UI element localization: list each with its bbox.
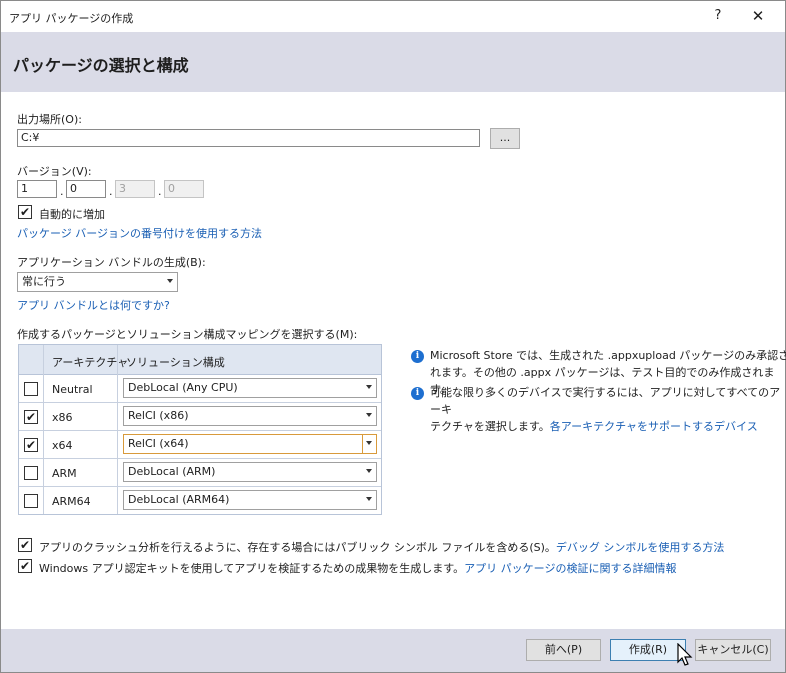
include-symbols-text: アプリのクラッシュ分析を行えるように、存在する場合にはパブリック シンボル ファ… (39, 541, 556, 554)
info-icon: i (411, 350, 424, 363)
info-line: 可能な限り多くのデバイスで実行するには、アプリに対してすべてのアーキ (430, 386, 781, 416)
version-dot: . (109, 185, 113, 198)
config-select-arm64[interactable]: DebLocal (ARM64) (123, 490, 377, 510)
version-numbering-link[interactable]: パッケージ バージョンの番号付けを使用する方法 (17, 225, 262, 241)
help-button[interactable]: ? (706, 5, 730, 27)
version-minor-input[interactable]: 0 (66, 180, 106, 198)
info-line: Microsoft Store では、生成された .appxupload パッケ… (430, 349, 786, 362)
info-icon: i (411, 387, 424, 400)
config-select-value: DebLocal (ARM64) (128, 493, 230, 506)
architecture-mapping-table: アーキテクチャ ソリューション構成 Neutral DebLocal (Any … (18, 344, 382, 515)
close-button[interactable]: ✕ (746, 5, 770, 27)
arch-name: ARM64 (52, 495, 91, 508)
bundle-help-link[interactable]: アプリ バンドルとは何ですか? (17, 297, 170, 313)
version-build-input: 3 (115, 180, 155, 198)
bundle-label: アプリケーション バンドルの生成(B): (17, 256, 206, 269)
create-button[interactable]: 作成(R) (610, 639, 686, 661)
version-revision-input: 0 (164, 180, 204, 198)
config-select-value: DebLocal (ARM) (128, 465, 216, 478)
arch-checkbox-x64[interactable]: ✔ (24, 438, 38, 452)
config-select-x64[interactable]: RelCI (x64) (123, 434, 377, 454)
chevron-down-icon (366, 441, 372, 445)
arch-name: x64 (52, 439, 73, 452)
window-title: アプリ パッケージの作成 (9, 12, 134, 25)
create-app-packages-dialog: アプリ パッケージの作成 ? ✕ パッケージの選択と構成 出力場所(O): C:… (0, 0, 786, 673)
version-label: バージョン(V): (17, 165, 92, 178)
include-symbols-checkbox[interactable]: ✔ (18, 538, 32, 552)
table-row: ✔ x64 RelCI (x64) (19, 431, 381, 459)
table-header: アーキテクチャ ソリューション構成 (19, 345, 381, 375)
arch-checkbox-arm64[interactable] (24, 494, 38, 508)
arch-checkbox-arm[interactable] (24, 466, 38, 480)
debug-symbols-link[interactable]: デバッグ シンボルを使用する方法 (556, 541, 725, 554)
supported-devices-link[interactable]: 各アーキテクチャをサポートするデバイス (550, 420, 758, 433)
arch-name: Neutral (52, 383, 93, 396)
footer-band: 前へ(P) 作成(R) キャンセル(C) (1, 629, 785, 672)
header-band: パッケージの選択と構成 (1, 32, 785, 92)
table-row: ARM64 DebLocal (ARM64) (19, 487, 381, 515)
info-line: テクチャを選択します。各アーキテクチャをサポートするデバイス (430, 418, 786, 435)
output-location-label: 出力場所(O): (17, 113, 82, 126)
config-select-arm[interactable]: DebLocal (ARM) (123, 462, 377, 482)
table-row: Neutral DebLocal (Any CPU) (19, 375, 381, 403)
mouse-cursor-icon (677, 643, 693, 666)
version-major-input[interactable]: 1 (17, 180, 57, 198)
wack-label: Windows アプリ認定キットを使用してアプリを検証するための成果物を生成しま… (39, 560, 676, 576)
config-select-neutral[interactable]: DebLocal (Any CPU) (123, 378, 377, 398)
bundle-select[interactable]: 常に行う (17, 272, 178, 292)
cancel-button[interactable]: キャンセル(C) (695, 639, 771, 661)
title-bar: アプリ パッケージの作成 ? ✕ (1, 1, 785, 32)
config-select-value: RelCI (x64) (128, 437, 189, 450)
bundle-select-value: 常に行う (22, 275, 66, 288)
column-header-configuration: ソリューション構成 (126, 356, 225, 369)
table-row: ✔ x86 RelCI (x86) (19, 403, 381, 431)
config-select-x86[interactable]: RelCI (x86) (123, 406, 377, 426)
output-location-input[interactable]: C:¥ (17, 129, 480, 147)
arch-name: ARM (52, 467, 77, 480)
config-select-value: DebLocal (Any CPU) (128, 381, 238, 394)
arch-checkbox-neutral[interactable] (24, 382, 38, 396)
version-dot: . (60, 185, 64, 198)
chevron-down-icon (366, 413, 372, 417)
chevron-down-icon (366, 497, 372, 501)
arch-name: x86 (52, 411, 73, 424)
browse-button[interactable]: ... (490, 128, 520, 149)
chevron-down-icon (366, 385, 372, 389)
auto-increment-checkbox[interactable]: ✔ (18, 205, 32, 219)
package-validation-link[interactable]: アプリ パッケージの検証に関する詳細情報 (464, 562, 676, 575)
table-row: ARM DebLocal (ARM) (19, 459, 381, 487)
auto-increment-label: 自動的に増加 (39, 208, 105, 221)
chevron-down-icon (366, 469, 372, 473)
page-title: パッケージの選択と構成 (13, 56, 189, 75)
include-symbols-label: アプリのクラッシュ分析を行えるように、存在する場合にはパブリック シンボル ファ… (39, 539, 724, 555)
chevron-down-icon (167, 279, 173, 283)
wack-text: Windows アプリ認定キットを使用してアプリを検証するための成果物を生成しま… (39, 562, 465, 575)
config-select-value: RelCI (x86) (128, 409, 189, 422)
mapping-label: 作成するパッケージとソリューション構成マッピングを選択する(M): (17, 328, 358, 341)
back-button[interactable]: 前へ(P) (526, 639, 601, 661)
info-line-text: テクチャを選択します。 (430, 420, 550, 433)
architecture-info-text: 可能な限り多くのデバイスで実行するには、アプリに対してすべてのアーキ テクチャを… (430, 384, 786, 435)
wack-checkbox[interactable]: ✔ (18, 559, 32, 573)
arch-checkbox-x86[interactable]: ✔ (24, 410, 38, 424)
version-dot: . (158, 185, 162, 198)
